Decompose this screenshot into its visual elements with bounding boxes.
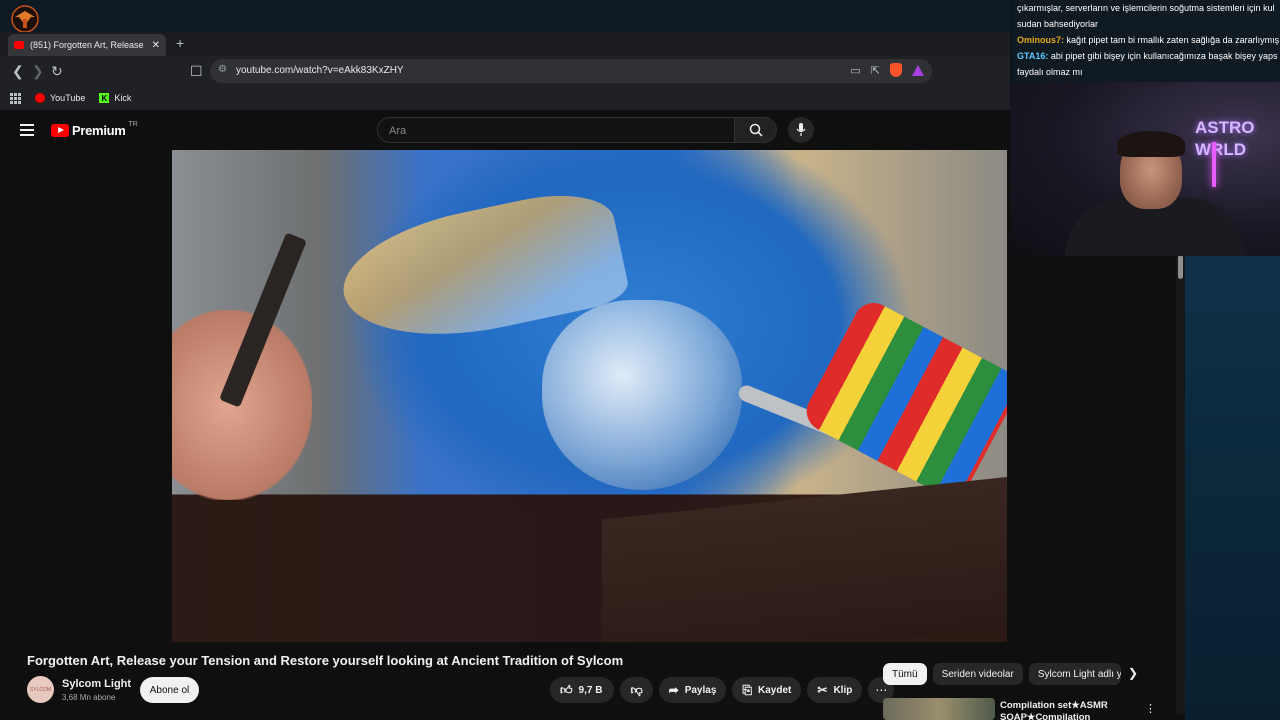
microphone-icon: [796, 123, 806, 136]
cast-icon[interactable]: ▭: [850, 64, 860, 77]
clip-label: Klip: [833, 684, 853, 696]
thumbs-up-icon: 👍︎: [560, 682, 573, 697]
like-button[interactable]: 👍︎ 9,7 B: [550, 677, 615, 703]
browser-window: (851) Forgotten Art, Release your Tensio…: [0, 32, 1010, 110]
chat-message: sudan bahsediyorlar: [1013, 16, 1280, 32]
youtube-favicon-icon: [14, 41, 24, 49]
recommended-video[interactable]: Compilation set★ASMR SOAP★Compilation ⋮: [883, 698, 1173, 720]
subscribe-button[interactable]: Abone ol: [140, 677, 199, 703]
logo-word: Premium: [72, 123, 126, 138]
dislike-button[interactable]: 👎︎: [620, 677, 653, 703]
bookmark-icon[interactable]: ☐: [190, 63, 203, 80]
brave-shields-icon[interactable]: [890, 63, 902, 77]
stream-chat-overlay: çıkarmışlar, serverların ve işlemcilerin…: [1013, 0, 1280, 82]
address-bar-row: ❮ ❯ ↻ ☐ ⚙ youtube.com/watch?v=eAkk83KxZH…: [0, 56, 1010, 86]
streamer-logo-icon: [11, 5, 39, 33]
video-frame-workbench: [602, 476, 1007, 642]
more-vertical-icon[interactable]: ⋮: [1145, 702, 1156, 715]
browser-tab[interactable]: (851) Forgotten Art, Release your Tensio…: [8, 34, 166, 56]
search-input[interactable]: Ara: [377, 117, 735, 143]
chevron-right-icon[interactable]: ❯: [1128, 666, 1138, 680]
scissors-icon: ✂: [817, 683, 828, 697]
url-text: youtube.com/watch?v=eAkk83KxZHY: [236, 65, 404, 76]
chip-all[interactable]: Tümü: [883, 663, 927, 685]
chat-username: GTA16:: [1017, 51, 1049, 61]
menu-icon[interactable]: [20, 124, 34, 139]
tab-title: (851) Forgotten Art, Release your Tensio…: [30, 40, 146, 50]
video-player[interactable]: [172, 150, 1007, 642]
subscriber-count: 3,68 Mn abone: [62, 693, 116, 702]
chat-text: sudan bahsediyorlar: [1017, 19, 1099, 29]
tab-bar: (851) Forgotten Art, Release your Tensio…: [0, 32, 1010, 56]
bookmark-youtube[interactable]: YouTube: [35, 93, 85, 103]
recommended-title-line: SOAP★Compilation: [1000, 712, 1091, 720]
new-tab-button[interactable]: +: [176, 35, 184, 51]
recommended-title[interactable]: Compilation set★ASMR SOAP★Compilation: [1000, 700, 1150, 720]
more-horizontal-icon: ⋯: [875, 683, 888, 697]
video-title: Forgotten Art, Release your Tension and …: [27, 653, 624, 668]
chat-text: abi pipet gibi bişey için kullanıcağımız…: [1048, 51, 1278, 61]
chat-text: kağıt pipet tam bi rmallık zaten sağlığa…: [1064, 35, 1280, 45]
forward-icon[interactable]: ❯: [32, 63, 44, 80]
channel-name[interactable]: Sylcom Light: [62, 678, 131, 690]
tab-close-icon[interactable]: ✕: [152, 40, 160, 51]
save-label: Kaydet: [758, 684, 792, 696]
back-icon[interactable]: ❮: [12, 63, 24, 80]
channel-avatar[interactable]: SYLCOM: [27, 676, 54, 703]
video-frame-hand: [172, 310, 312, 500]
stream-background: [1185, 256, 1280, 720]
share-icon[interactable]: ⇱: [871, 64, 880, 77]
site-info-icon[interactable]: ⚙: [218, 64, 227, 75]
search-icon: [749, 123, 763, 137]
brave-rewards-icon[interactable]: [912, 64, 924, 76]
chat-text: faydalı olmaz mı: [1017, 67, 1083, 77]
chat-message: Ominous7: kağıt pipet tam bi rmallık zat…: [1013, 32, 1280, 48]
apps-grid-icon[interactable]: [10, 92, 21, 104]
share-button[interactable]: ➦ Paylaş: [658, 677, 727, 703]
reload-icon[interactable]: ↻: [51, 63, 63, 80]
youtube-page: Premium TR Ara Forgotten Art, Release yo…: [0, 110, 1185, 720]
thumbs-down-icon: 👎︎: [630, 682, 643, 697]
save-button[interactable]: ⎘ Kaydet: [732, 677, 802, 703]
scrollbar-thumb[interactable]: [1178, 255, 1183, 279]
video-actions: 👍︎ 9,7 B 👎︎ ➦ Paylaş ⎘ Kaydet ✂ Klip ⋯: [550, 677, 895, 703]
bookmark-save-icon: ⎘: [742, 682, 753, 697]
youtube-logo[interactable]: Premium TR: [51, 121, 138, 138]
video-frame-glass-goblet: [542, 300, 742, 490]
chip-channel[interactable]: Sylcom Light adlı yük: [1028, 663, 1121, 685]
recommendation-chips: Tümü Seriden videolar Sylcom Light adlı …: [883, 663, 1121, 685]
video-frame-striped-sleeve: [799, 295, 1007, 505]
page-scrollbar[interactable]: [1176, 255, 1185, 715]
bookmark-kick[interactable]: K Kick: [99, 93, 131, 103]
chat-username: Ominous7:: [1017, 35, 1065, 45]
chat-message: GTA16: abi pipet gibi bişey için kullanı…: [1013, 48, 1280, 64]
search-button[interactable]: [735, 117, 777, 143]
chat-message: çıkarmışlar, serverların ve işlemcilerin…: [1013, 0, 1280, 16]
chat-text: çıkarmışlar, serverların ve işlemcilerin…: [1017, 3, 1275, 13]
region-code: TR: [128, 121, 138, 128]
bookmark-label: Kick: [114, 93, 132, 103]
streamer-hair: [1117, 131, 1185, 157]
bookmarks-bar: YouTube K Kick: [0, 86, 1010, 110]
chat-message: faydalı olmaz mı: [1013, 64, 1280, 80]
recommended-thumbnail[interactable]: [883, 698, 995, 720]
share-label: Paylaş: [684, 684, 717, 696]
kick-icon: K: [99, 93, 110, 103]
stream-overlay-bar: [0, 0, 1010, 33]
chip-series[interactable]: Seriden videolar: [932, 663, 1023, 685]
recommended-title-line: Compilation set★ASMR: [1000, 700, 1108, 711]
youtube-header: Premium TR Ara: [0, 110, 1185, 150]
clip-button[interactable]: ✂ Klip: [807, 677, 863, 703]
streamer: [1055, 131, 1245, 256]
url-field[interactable]: ⚙ youtube.com/watch?v=eAkk83KxZHY ▭ ⇱: [210, 59, 932, 83]
like-count: 9,7 B: [578, 684, 603, 696]
share-arrow-icon: ➦: [668, 683, 679, 697]
youtube-play-icon: [51, 124, 69, 137]
voice-search-button[interactable]: [788, 117, 814, 143]
webcam-overlay: ASTRO WRLD: [1010, 82, 1280, 256]
bookmark-label: YouTube: [50, 93, 86, 103]
search-placeholder: Ara: [389, 125, 407, 137]
youtube-icon: [35, 93, 45, 103]
